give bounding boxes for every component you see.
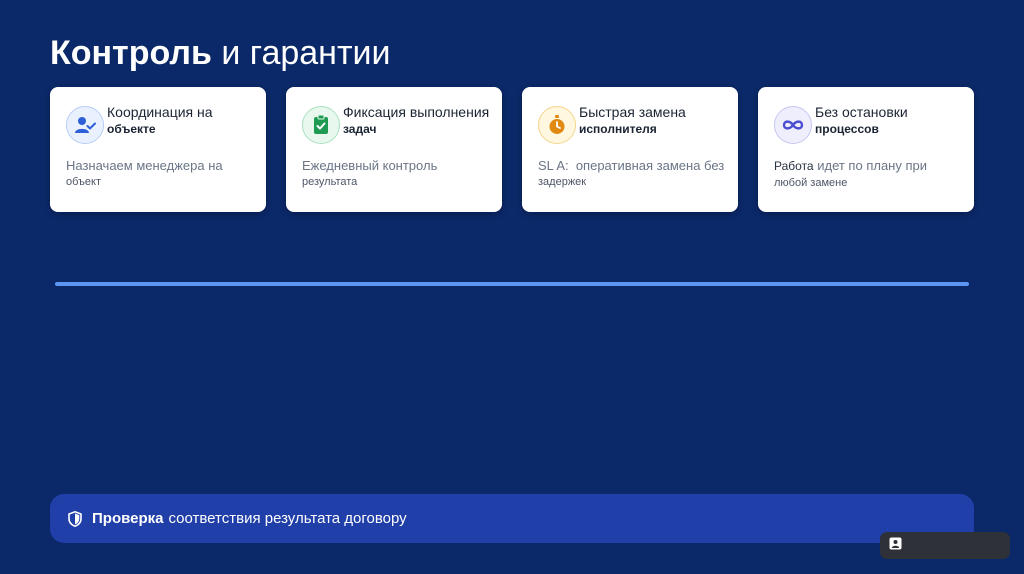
stopwatch-icon — [538, 106, 576, 144]
shield-icon — [68, 510, 82, 527]
divider-line — [55, 282, 969, 286]
verification-banner: Проверка соответствия результата договор… — [50, 494, 974, 543]
card-title-line1: Без остановки — [815, 104, 908, 120]
card-title-line2: объекте — [107, 122, 156, 136]
card-description: Назначаем менеджера на объект — [66, 157, 256, 191]
page-title-rest: и гарантии — [211, 34, 391, 72]
banner-text: соответствия результата договору — [168, 510, 407, 527]
card-description: Работа идет по плану при любой замене — [774, 157, 964, 192]
card-title-line2: задач — [343, 122, 377, 136]
card-desc-line2: объект — [66, 176, 102, 188]
card-description: Ежедневный контроль результата — [302, 157, 492, 191]
card-desc-rest: идет по плану при — [813, 158, 927, 173]
card-title-line1: Фиксация выполнения — [343, 104, 490, 120]
card-desc-strong: Работа — [774, 159, 814, 173]
card-title: Быстрая замена исполнителя — [579, 104, 729, 138]
card-desc-line2: любой замене — [774, 177, 848, 189]
presenter-icon[interactable] — [889, 537, 902, 555]
card-description: SL A: оперативная замена без задержек — [538, 157, 728, 191]
card-desc-line1: Назначаем менеджера на — [66, 158, 223, 173]
features-row: Координация на объекте Назначаем менедже… — [50, 87, 974, 212]
clipboard-check-icon — [302, 106, 340, 144]
feature-card-no-downtime: Без остановки процессов Работа идет по п… — [758, 87, 974, 212]
card-title: Координация на объекте — [107, 104, 257, 138]
card-title-line2: исполнителя — [579, 122, 657, 136]
card-desc-line2: задержек — [538, 176, 587, 188]
card-desc-line1: Работа идет по плану при — [774, 157, 964, 175]
card-title: Без остановки процессов — [815, 104, 965, 138]
person-check-icon — [66, 106, 104, 144]
card-desc-line1: SL A: оперативная замена без — [538, 158, 725, 173]
feature-card-task-tracking: Фиксация выполнения задач Ежедневный кон… — [286, 87, 502, 212]
infinity-icon — [774, 106, 812, 144]
feature-card-coordination: Координация на объекте Назначаем менедже… — [50, 87, 266, 212]
card-title: Фиксация выполнения задач — [343, 104, 493, 138]
feature-card-fast-replacement: Быстрая замена исполнителя SL A: операти… — [522, 87, 738, 212]
card-desc-line2: результата — [302, 176, 358, 188]
card-title-line2: процессов — [815, 122, 879, 136]
card-title-line1: Быстрая замена — [579, 104, 686, 120]
card-desc-line1: Ежедневный контроль — [302, 158, 438, 173]
page-title: Контроль и гарантии — [50, 32, 391, 74]
banner-bold: Проверка — [92, 510, 164, 527]
card-title-line1: Координация на — [107, 104, 213, 120]
page-title-bold: Контроль — [50, 34, 212, 72]
presenter-widget[interactable] — [880, 532, 1010, 559]
